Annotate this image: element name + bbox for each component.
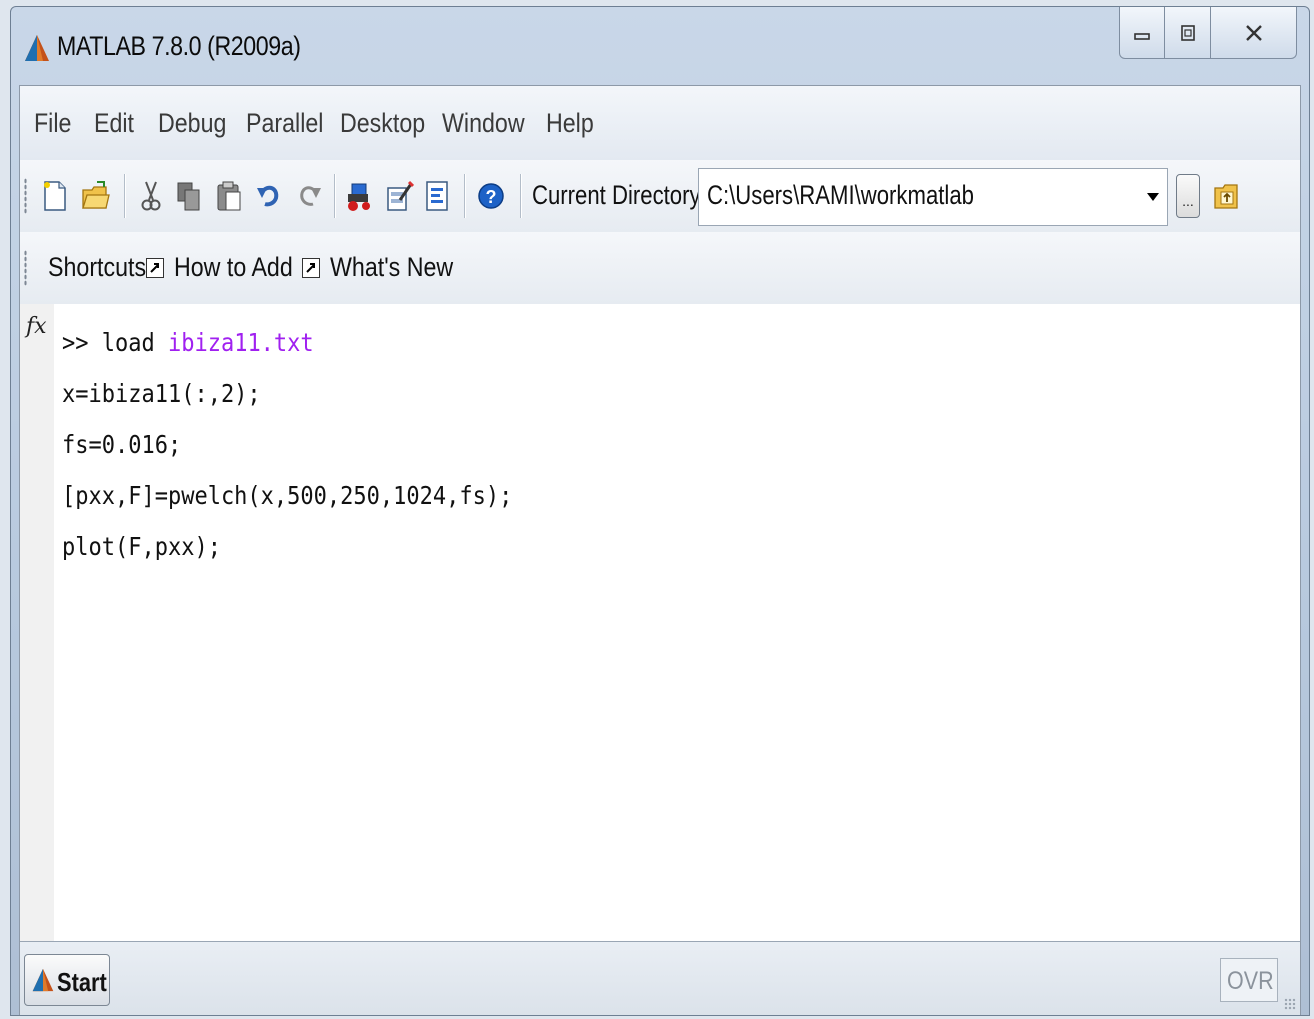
maximize-icon bbox=[1180, 24, 1195, 41]
guide-icon[interactable] bbox=[384, 178, 414, 214]
simulink-icon[interactable] bbox=[344, 178, 374, 214]
function-browser-icon[interactable]: fx bbox=[26, 314, 47, 339]
paste-icon[interactable] bbox=[214, 178, 244, 214]
title-bar[interactable]: MATLAB 7.8.0 (R2009a) bbox=[11, 7, 1309, 85]
command-text: load bbox=[101, 328, 168, 357]
undo-icon[interactable] bbox=[254, 178, 284, 214]
menu-desktop[interactable]: Desktop bbox=[340, 108, 425, 139]
current-directory-label: Current Directory: bbox=[532, 180, 707, 210]
command-string: ibiza11.txt bbox=[167, 328, 314, 357]
shortcuts-grip[interactable] bbox=[24, 250, 27, 286]
toolbar-separator bbox=[520, 174, 521, 218]
matlab-logo-icon bbox=[25, 35, 49, 61]
command-text: plot(F,pxx); bbox=[62, 532, 221, 561]
command-gutter: fx bbox=[20, 304, 54, 942]
copy-icon[interactable] bbox=[174, 178, 204, 214]
browse-folder-button[interactable]: ... bbox=[1176, 174, 1200, 218]
command-line: >> load ibiza11.txt bbox=[62, 328, 314, 357]
open-folder-icon[interactable] bbox=[80, 178, 110, 214]
status-bar: Start OVR bbox=[20, 941, 1300, 1015]
help-icon[interactable]: ? bbox=[476, 178, 506, 214]
command-text: [pxx,F]=pwelch(x,500,250,1024,fs); bbox=[62, 481, 513, 510]
current-directory-value[interactable]: C:\Users\RAMI\workmatlab bbox=[707, 180, 974, 211]
window-title: MATLAB 7.8.0 (R2009a) bbox=[57, 31, 301, 61]
menu-file[interactable]: File bbox=[34, 108, 71, 139]
shortcut-whats-new[interactable]: What's New bbox=[330, 252, 453, 283]
menu-parallel[interactable]: Parallel bbox=[246, 108, 323, 139]
command-line: [pxx,F]=pwelch(x,500,250,1024,fs); bbox=[62, 481, 512, 510]
ovr-label: OVR bbox=[1227, 967, 1274, 995]
menu-window[interactable]: Window bbox=[442, 108, 525, 139]
command-line: plot(F,pxx); bbox=[62, 532, 221, 561]
overwrite-indicator: OVR bbox=[1220, 958, 1278, 1002]
shortcuts-toolbar: Shortcuts How to Add What's New bbox=[20, 232, 1300, 305]
matlab-window: MATLAB 7.8.0 (R2009a) File Edit Debug Pa… bbox=[10, 6, 1310, 1016]
profiler-icon[interactable] bbox=[422, 178, 452, 214]
toolbar-grip[interactable] bbox=[24, 178, 27, 214]
command-text: fs=0.016; bbox=[62, 430, 182, 459]
parent-folder-icon[interactable] bbox=[1212, 178, 1242, 214]
shortcut-how-to-add[interactable]: How to Add bbox=[174, 252, 293, 283]
maximize-button[interactable] bbox=[1165, 7, 1211, 59]
resize-grip[interactable] bbox=[1284, 998, 1296, 1010]
command-text: x=ibiza11(:,2); bbox=[62, 379, 261, 408]
command-window[interactable]: fx >> load ibiza11.txt x=ibiza11(:,2); f… bbox=[20, 304, 1300, 942]
close-icon bbox=[1245, 24, 1262, 41]
toolbar-separator bbox=[334, 174, 335, 218]
menu-debug[interactable]: Debug bbox=[158, 108, 226, 139]
minimize-button[interactable] bbox=[1119, 7, 1165, 59]
menu-edit[interactable]: Edit bbox=[94, 108, 134, 139]
matlab-desktop: File Edit Debug Parallel Desktop Window … bbox=[19, 85, 1301, 1015]
menu-help[interactable]: Help bbox=[546, 108, 594, 139]
svg-text:?: ? bbox=[486, 187, 497, 207]
redo-icon[interactable] bbox=[294, 178, 324, 214]
close-button[interactable] bbox=[1211, 7, 1297, 59]
matlab-logo-icon bbox=[32, 968, 54, 992]
main-toolbar: ? Current Directory: C:\Users\RAMI\workm… bbox=[20, 160, 1300, 233]
cut-icon[interactable] bbox=[136, 178, 166, 214]
new-file-icon[interactable] bbox=[40, 178, 70, 214]
current-directory-combobox[interactable]: C:\Users\RAMI\workmatlab bbox=[698, 168, 1168, 226]
start-button[interactable]: Start bbox=[24, 954, 110, 1006]
shortcuts-label[interactable]: Shortcuts bbox=[48, 252, 146, 283]
command-line: fs=0.016; bbox=[62, 430, 181, 459]
minimize-icon bbox=[1134, 32, 1150, 40]
shortcut-icon bbox=[146, 258, 164, 278]
dropdown-arrow-icon[interactable] bbox=[1147, 193, 1159, 201]
window-controls bbox=[1119, 7, 1297, 61]
command-line: x=ibiza11(:,2); bbox=[62, 379, 261, 408]
command-prompt: >> bbox=[62, 328, 102, 357]
shortcut-icon bbox=[302, 258, 320, 278]
menu-bar: File Edit Debug Parallel Desktop Window … bbox=[20, 86, 1300, 161]
toolbar-separator bbox=[464, 174, 465, 218]
start-label: Start bbox=[57, 967, 107, 997]
toolbar-separator bbox=[124, 174, 125, 218]
